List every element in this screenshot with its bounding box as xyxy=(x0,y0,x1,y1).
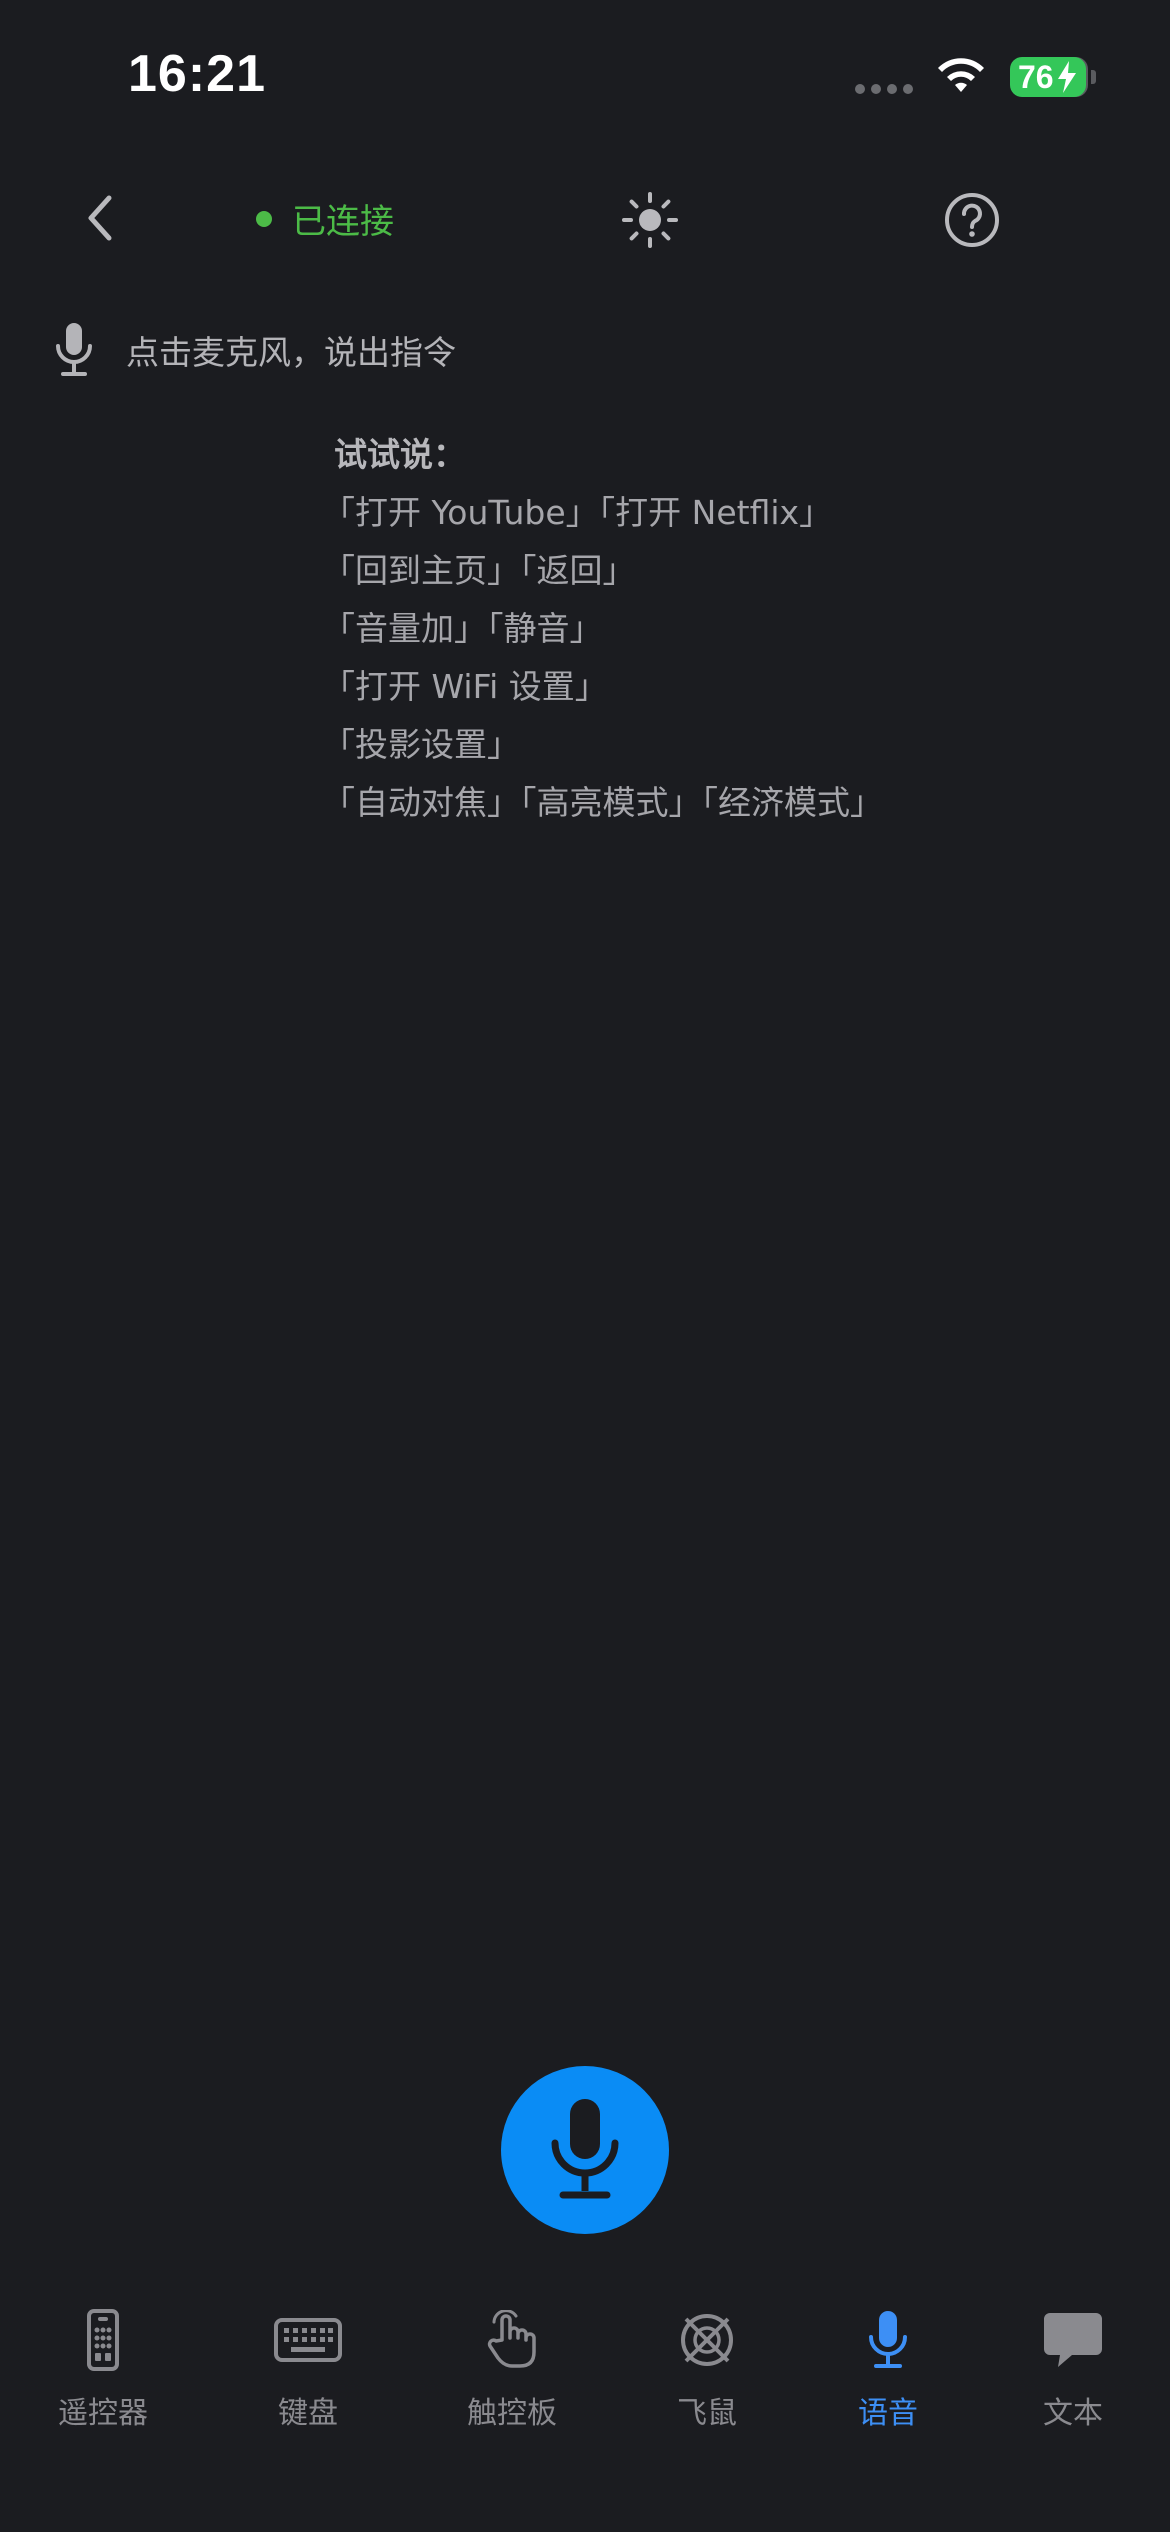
voice-prompt: 点击麦克风，说出指令 xyxy=(50,320,456,380)
example-line: 「打开 WiFi 设置」 xyxy=(322,667,608,706)
microphone-icon xyxy=(56,323,92,376)
chat-bubble-icon xyxy=(1033,2300,1113,2380)
tab-voice[interactable]: 语音 xyxy=(798,2300,978,2432)
tab-keyboard[interactable]: 键盘 xyxy=(218,2300,398,2432)
example-line: 「音量加」「静音」 xyxy=(322,609,603,648)
record-voice-button[interactable] xyxy=(501,2066,669,2234)
tab-label: 文本 xyxy=(1043,2396,1103,2431)
question-mark-icon xyxy=(945,193,999,247)
cellular-signal-icon xyxy=(855,84,913,94)
example-commands: 试试说： 「打开 YouTube」「打开 Netflix」 「回到主页」「返回」… xyxy=(322,426,883,832)
tab-bar: 遥控器 键盘 触控板 飞鼠 语音 文本 xyxy=(0,2300,1170,2532)
status-time: 16:21 xyxy=(128,45,266,103)
connection-status: 已连接 xyxy=(256,194,394,243)
microphone-icon xyxy=(848,2300,928,2380)
battery-tip xyxy=(1091,70,1096,84)
chevron-left-icon xyxy=(88,195,112,241)
charging-bolt-icon xyxy=(1058,61,1076,93)
brightness-button[interactable] xyxy=(620,190,680,250)
tab-touchpad[interactable]: 触控板 xyxy=(422,2300,602,2432)
examples-title: 试试说： xyxy=(334,435,466,474)
example-line: 「打开 YouTube」「打开 Netflix」 xyxy=(322,493,833,532)
example-line: 「投影设置」 xyxy=(322,725,520,764)
tab-label: 键盘 xyxy=(278,2396,338,2431)
tab-label: 遥控器 xyxy=(58,2396,148,2431)
tab-air-mouse[interactable]: 飞鼠 xyxy=(617,2300,797,2432)
keyboard-icon xyxy=(268,2300,348,2380)
tab-label: 触控板 xyxy=(467,2396,557,2431)
touch-hand-icon xyxy=(472,2300,552,2380)
remote-icon xyxy=(63,2300,143,2380)
microphone-icon xyxy=(551,2099,619,2199)
air-mouse-icon xyxy=(667,2300,747,2380)
tab-remote[interactable]: 遥控器 xyxy=(13,2300,193,2432)
tab-text[interactable]: 文本 xyxy=(983,2300,1163,2432)
back-button[interactable] xyxy=(70,188,130,248)
connection-label: 已连接 xyxy=(292,202,394,242)
example-line: 「回到主页」「返回」 xyxy=(322,551,636,590)
tab-label: 飞鼠 xyxy=(677,2396,737,2431)
tab-label: 语音 xyxy=(858,2396,918,2431)
sun-icon xyxy=(622,192,678,248)
voice-prompt-text: 点击麦克风，说出指令 xyxy=(126,333,456,372)
wifi-icon xyxy=(938,58,984,92)
example-line: 「自动对焦」「高亮模式」「经济模式」 xyxy=(322,783,883,822)
help-button[interactable] xyxy=(942,190,1002,250)
connected-dot-icon xyxy=(256,210,272,227)
